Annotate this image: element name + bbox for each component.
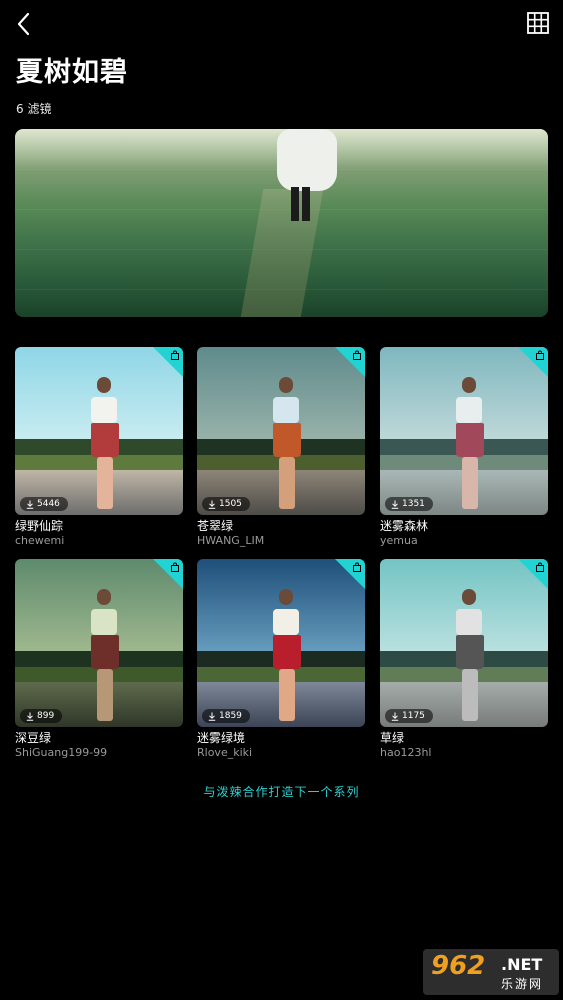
top-bar	[0, 0, 563, 48]
filter-author[interactable]: hao123hl	[380, 746, 431, 759]
grid-view-icon	[527, 12, 549, 34]
watermark-sitename: 乐游网	[501, 977, 544, 991]
download-count-badge: 1505	[202, 497, 250, 511]
back-button[interactable]	[12, 10, 38, 38]
download-count: 1351	[402, 499, 425, 509]
download-count-badge: 1175	[385, 709, 433, 723]
download-count: 1505	[219, 499, 242, 509]
hero-image	[15, 129, 548, 317]
filter-name[interactable]: 迷雾森林	[380, 517, 428, 534]
download-icon	[26, 712, 34, 721]
download-icon	[208, 500, 216, 509]
filter-name[interactable]: 草绿	[380, 729, 404, 746]
shopping-bag-icon	[171, 562, 179, 572]
filter-name[interactable]: 深豆绿	[15, 729, 51, 746]
shopping-bag-icon	[536, 350, 544, 360]
filter-name[interactable]: 迷雾绿境	[197, 729, 245, 746]
watermark-domain: .NET	[501, 955, 543, 974]
download-count-badge: 899	[20, 709, 63, 723]
download-icon	[391, 712, 399, 721]
filter-name[interactable]: 苍翠绿	[197, 517, 233, 534]
filter-card[interactable]: 1351	[380, 347, 548, 515]
page-title: 夏树如碧	[16, 57, 128, 88]
filter-card[interactable]: 899	[15, 559, 183, 727]
filter-author[interactable]: ShiGuang199-99	[15, 746, 107, 759]
filter-author[interactable]: HWANG_LIM	[197, 534, 264, 547]
download-icon	[208, 712, 216, 721]
filter-author[interactable]: yemua	[380, 534, 418, 547]
filter-card[interactable]: 1505	[197, 347, 365, 515]
download-count-badge: 5446	[20, 497, 68, 511]
site-watermark: 962 .NET 乐游网	[423, 949, 559, 995]
filter-card[interactable]: 1859	[197, 559, 365, 727]
download-icon	[26, 500, 34, 509]
shopping-bag-icon	[353, 562, 361, 572]
filter-card[interactable]: 5446	[15, 347, 183, 515]
download-count-badge: 1859	[202, 709, 250, 723]
filter-collection-page: 夏树如碧 6 滤镜 5446 绿野仙踪 chewemi 1505 苍翠绿 HWANG_LI…	[0, 0, 563, 1000]
download-icon	[391, 500, 399, 509]
download-count: 899	[37, 711, 55, 721]
grid-view-button[interactable]	[527, 12, 549, 34]
filter-name[interactable]: 绿野仙踪	[15, 517, 63, 534]
shopping-bag-icon	[353, 350, 361, 360]
back-chevron-icon	[17, 12, 30, 36]
shopping-bag-icon	[536, 562, 544, 572]
filter-author[interactable]: Rlove_kiki	[197, 746, 252, 759]
download-count: 1859	[219, 711, 242, 721]
filter-count: 6 滤镜	[16, 102, 52, 116]
download-count: 1175	[402, 711, 425, 721]
filter-card[interactable]: 1175	[380, 559, 548, 727]
shopping-bag-icon	[171, 350, 179, 360]
filter-author[interactable]: chewemi	[15, 534, 64, 547]
download-count: 5446	[37, 499, 60, 509]
download-count-badge: 1351	[385, 497, 433, 511]
watermark-logo: 962	[431, 951, 486, 981]
collaborate-link[interactable]: 与泼辣合作打造下一个系列	[0, 783, 563, 800]
